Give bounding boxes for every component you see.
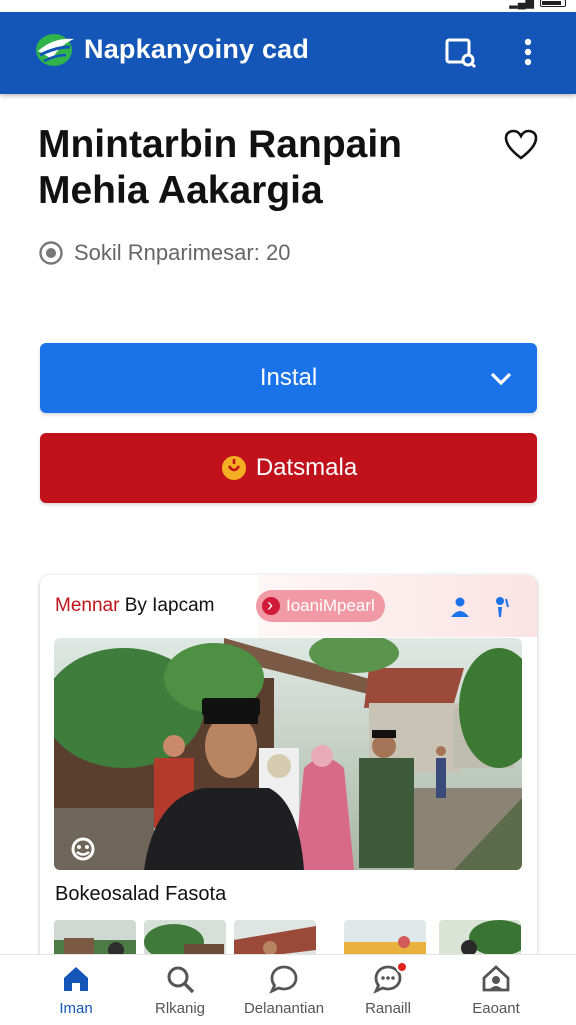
radio-icon <box>39 241 63 265</box>
profile-icon <box>482 965 510 992</box>
chip-label: IoaniMpearl <box>286 596 375 615</box>
article-headline: Mnintarbin Ranpain Mehia Aakargia <box>38 122 478 214</box>
search-icon <box>167 966 195 994</box>
nav-label-home: Iman <box>59 1000 93 1017</box>
nav-item-profile[interactable]: Eaoant <box>446 955 546 1025</box>
coin-icon <box>221 456 246 480</box>
nav-label-messages: Ranaill <box>365 1000 411 1017</box>
signal-icon: ▂▄▆ <box>509 0 534 9</box>
headline-line-1: Mnintarbin Ranpain <box>38 123 402 166</box>
datsmala-label: Datsmala <box>255 454 358 481</box>
headline-line-2: Mehia Aakargia <box>38 169 323 212</box>
install-label: Instal <box>259 364 318 391</box>
meta-text: Sokil Rnparimesar: 20 <box>74 240 291 265</box>
share-icon[interactable] <box>488 595 512 619</box>
nav-label-chat: Delanantian <box>243 1000 325 1017</box>
card-header: Mennar By Iapcam IoaniMpearl <box>40 575 537 637</box>
heart-icon[interactable] <box>503 128 539 162</box>
nav-item-search[interactable]: Rlkanig <box>130 955 230 1025</box>
chevron-down-icon[interactable] <box>487 364 515 392</box>
status-bar: ▂▄▆ <box>0 0 576 12</box>
news-photo-image <box>54 638 522 870</box>
battery-icon <box>540 0 566 7</box>
card-title-rest: By Iapcam <box>119 595 215 616</box>
nav-label-search: Rlkanig <box>154 1000 206 1017</box>
card-caption: Bokeosalad Fasota <box>55 883 227 905</box>
card-title: Mennar By Iapcam <box>55 595 214 617</box>
play-icon <box>262 589 280 621</box>
card-title-accent: Mennar <box>55 595 120 616</box>
home-icon <box>64 967 88 991</box>
app-bar: Napkanyoiny cad <box>0 12 576 94</box>
globe-leaf-logo-icon <box>36 34 74 66</box>
nav-item-messages[interactable]: Ranaill <box>338 955 438 1025</box>
nav-label-profile: Eaoant <box>472 1000 520 1017</box>
bottom-navigation: Iman Rlkanig Delanantian Ranaill Eaoant <box>0 954 576 1024</box>
more-vert-icon[interactable] <box>510 34 546 70</box>
news-card[interactable]: Mennar By Iapcam IoaniMpearl <box>40 575 537 975</box>
person-add-icon[interactable] <box>448 595 472 619</box>
news-photo[interactable] <box>54 638 522 870</box>
install-button[interactable]: Instal <box>40 343 537 413</box>
refresh-icon[interactable] <box>68 834 98 864</box>
chat-icon <box>269 965 298 994</box>
notification-badge <box>396 961 408 973</box>
app-title: Napkanyoiny cad <box>84 34 310 64</box>
nav-item-home[interactable]: Iman <box>26 955 126 1025</box>
article-meta: Sokil Rnparimesar: 20 <box>38 240 290 266</box>
source-chip[interactable]: IoaniMpearl <box>256 589 385 622</box>
status-icons: ▂▄▆ <box>509 0 566 9</box>
datsmala-button[interactable]: Datsmala <box>40 433 537 503</box>
nav-item-chat[interactable]: Delanantian <box>234 955 334 1025</box>
cast-icon[interactable] <box>442 34 478 70</box>
